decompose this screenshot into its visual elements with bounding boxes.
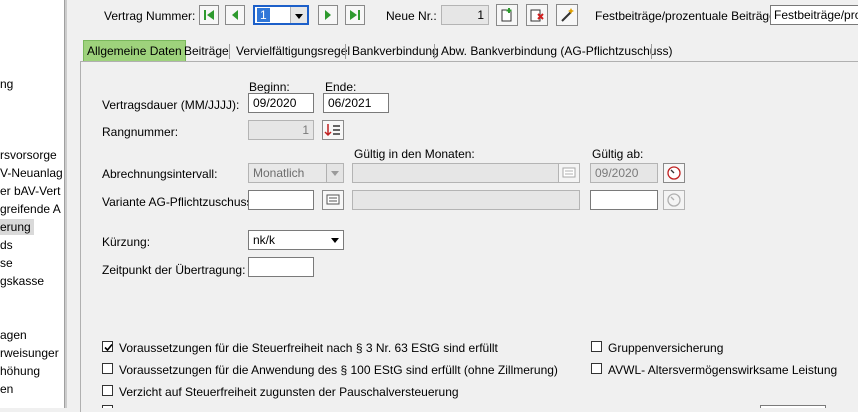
vertrag-nummer-select[interactable]: 1 (253, 5, 309, 25)
list-picker-icon (326, 194, 340, 205)
sidebar-item[interactable]: ds (0, 237, 13, 253)
chevron-down-icon (326, 164, 343, 182)
delete-document-icon (530, 9, 544, 22)
kuerzung-label: Kürzung: (102, 235, 151, 249)
sidebar-item-selected[interactable]: erung (0, 219, 34, 235)
sidebar: ng rsvorsorge V-Neuanlag er bAV-Vert gre… (0, 0, 65, 408)
steuerfreiheit-label: Voraussetzungen für die Steuerfreiheit n… (119, 341, 498, 355)
festbeitraege-select[interactable]: Festbeiträge/proz (770, 5, 858, 25)
list-picker-icon (562, 167, 576, 178)
paragraph-100-checkbox[interactable] (102, 363, 113, 374)
sidebar-item[interactable]: rweisunger (0, 345, 59, 361)
gueltig-monaten-field (352, 163, 580, 183)
avwl-checkbox[interactable] (591, 363, 602, 374)
tab-separator (345, 44, 346, 59)
festbeitraege-label: Festbeiträge/prozentuale Beiträge: (595, 9, 780, 23)
gruppenversicherung-checkbox[interactable] (591, 341, 602, 352)
festbeitraege-value: Festbeiträge/proz (774, 8, 858, 22)
clock-icon (667, 193, 681, 207)
vertrag-nummer-value: 1 (257, 8, 270, 22)
chevron-down-icon (290, 7, 307, 23)
ende-label: Ende: (325, 80, 357, 94)
tab-bankverbindung[interactable]: Bankverbindung (349, 42, 442, 61)
sidebar-item[interactable]: en (0, 381, 13, 397)
tab-panel (80, 61, 858, 412)
gueltig-monaten-label: Gültig in den Monaten: (354, 147, 475, 161)
tab-label: Abw. Bankverbindung (AG-Pflichtzuschuss) (441, 44, 673, 58)
paragraph-100-label: Voraussetzungen für die Anwendung des § … (119, 363, 558, 377)
verzicht-label: Verzicht auf Steuerfreiheit zugunsten de… (119, 385, 459, 399)
splitter[interactable] (65, 0, 67, 408)
tab-beitraege[interactable]: Beiträge (181, 42, 232, 61)
sidebar-item[interactable]: greifende A (0, 201, 61, 217)
sidebar-item[interactable]: se (0, 255, 13, 271)
sidebar-item[interactable]: agen (0, 327, 27, 343)
gueltig-ab-field: 09/2020 (590, 163, 658, 183)
delete-record-button[interactable] (526, 4, 548, 26)
next-record-button[interactable] (318, 5, 338, 25)
ende-field[interactable]: 06/2021 (323, 93, 389, 113)
first-icon (204, 10, 214, 20)
sidebar-item[interactable]: rsvorsorge (0, 147, 57, 163)
new-record-button[interactable] (496, 4, 518, 26)
steuerfreiheit-checkbox[interactable] (102, 341, 113, 352)
tab-label: Allgemeine Daten (87, 44, 182, 58)
tab-label: Vervielfältigungsregel (236, 44, 351, 58)
rangnummer-sort-button[interactable] (322, 120, 344, 140)
last-icon (350, 10, 360, 20)
variante-reset-button (663, 190, 685, 210)
abrechnung-label: Abrechnungsintervall: (102, 167, 218, 181)
clock-icon (667, 166, 681, 180)
tab-separator (434, 44, 435, 59)
wizard-button[interactable] (556, 4, 578, 26)
tab-separator (229, 44, 230, 59)
tab-allgemeine-daten[interactable]: Allgemeine Daten (83, 40, 186, 62)
vertragsdauer-label: Vertragsdauer (MM/JJJJ): (102, 98, 240, 112)
tab-label: Beiträge (184, 44, 229, 58)
beginn-label: Beginn: (249, 80, 290, 94)
neue-nr-label: Neue Nr.: (386, 9, 437, 23)
tab-abw-bankverbindung[interactable]: Abw. Bankverbindung (AG-Pflichtzuschuss) (438, 42, 675, 61)
zeitpunkt-label: Zeitpunkt der Übertragung: (102, 263, 246, 277)
sidebar-item[interactable]: ng (0, 76, 13, 92)
zeitpunkt-field[interactable] (248, 257, 314, 277)
variante-picker-button[interactable] (322, 190, 344, 210)
tab-label: Bankverbindung (352, 44, 439, 58)
prev-icon (232, 10, 238, 20)
avwl-label: AVWL- Altersvermögenswirksame Leistung (608, 363, 838, 377)
checkmark-icon (104, 343, 113, 352)
vertrag-nummer-label: Vertrag Nummer: (104, 9, 196, 23)
variante-field[interactable] (248, 190, 314, 210)
variante-gueltig-ab-field[interactable] (590, 190, 658, 210)
neue-nr-field: 1 (441, 5, 489, 25)
abrechnung-select: Monatlich (248, 163, 344, 183)
monaten-picker-button (558, 163, 580, 183)
gueltig-ab-reset-button[interactable] (663, 163, 685, 183)
sidebar-item[interactable]: V-Neuanlag (0, 165, 63, 181)
variante-description-field (352, 190, 580, 210)
sidebar-item[interactable]: gskasse (0, 273, 44, 289)
rangnummer-field: 1 (248, 120, 314, 140)
magic-wand-icon (561, 8, 574, 22)
verzicht-checkbox[interactable] (102, 385, 113, 396)
chevron-down-icon (327, 231, 343, 249)
gruppenversicherung-label: Gruppenversicherung (608, 341, 724, 355)
gueltig-ab-label: Gültig ab: (592, 147, 644, 161)
kuerzung-value: nk/k (253, 233, 276, 247)
tab-vervielfaeltigungsregel[interactable]: Vervielfältigungsregel (233, 42, 353, 61)
new-document-icon (501, 8, 512, 22)
next-icon (325, 10, 331, 20)
last-record-button[interactable] (345, 5, 365, 25)
beginn-field[interactable]: 09/2020 (248, 93, 314, 113)
sort-icon (324, 124, 340, 137)
tab-separator (651, 44, 652, 59)
prev-record-button[interactable] (225, 5, 245, 25)
sidebar-item[interactable]: er bAV-Vert (0, 183, 60, 199)
abrechnung-value: Monatlich (253, 166, 305, 180)
first-record-button[interactable] (199, 5, 219, 25)
kuerzung-select[interactable]: nk/k (248, 230, 344, 250)
variante-label: Variante AG-Pflichtzuschuss: (102, 195, 256, 209)
rangnummer-label: Rangnummer: (102, 125, 179, 139)
sidebar-item[interactable]: höhung (0, 363, 40, 379)
